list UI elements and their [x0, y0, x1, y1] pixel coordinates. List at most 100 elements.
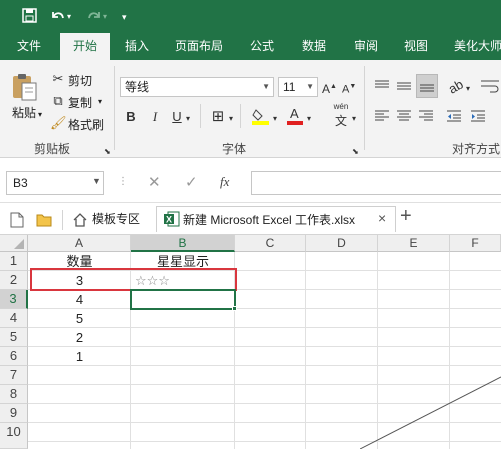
- copy-icon: ⧉: [53, 93, 63, 108]
- font-color-icon[interactable]: A: [286, 106, 304, 126]
- tab-view[interactable]: 视图: [394, 33, 438, 60]
- column-header-e[interactable]: E: [378, 235, 450, 252]
- paste-dropdown-icon[interactable]: ▾: [38, 110, 42, 119]
- confirm-icon[interactable]: ✓: [185, 173, 198, 191]
- column-header-b[interactable]: B: [131, 235, 235, 252]
- row-header-5[interactable]: 5: [0, 328, 28, 347]
- orientation-dropdown-icon[interactable]: ▾: [466, 80, 470, 98]
- tab-template-zone[interactable]: 模板专区: [92, 206, 140, 232]
- chevron-down-icon: ▼: [306, 82, 314, 91]
- title-bar: [0, 0, 501, 33]
- name-box-dropdown-icon[interactable]: ▼: [92, 176, 101, 186]
- undo-dropdown-icon[interactable]: ▾: [67, 8, 71, 26]
- scissors-icon: ✂: [52, 71, 64, 86]
- page-icon[interactable]: [10, 212, 24, 228]
- redo-dropdown-icon[interactable]: ▾: [103, 8, 107, 26]
- copy-dropdown-icon[interactable]: ▾: [98, 97, 102, 106]
- excel-icon: X: [164, 211, 180, 227]
- cut-button[interactable]: 剪切: [68, 72, 92, 89]
- decrease-font-icon[interactable]: A▼: [342, 78, 356, 99]
- font-color-dropdown-icon[interactable]: ▾: [307, 110, 311, 128]
- column-header-a[interactable]: A: [28, 235, 131, 252]
- folder-icon[interactable]: [36, 213, 52, 227]
- cell-a5[interactable]: 2: [28, 328, 131, 347]
- tab-page-layout[interactable]: 页面布局: [166, 33, 232, 60]
- align-left-icon[interactable]: [374, 108, 390, 124]
- fill-color-icon[interactable]: [252, 106, 270, 126]
- align-top-icon[interactable]: [374, 78, 390, 94]
- row-header-2[interactable]: 2: [0, 271, 28, 290]
- tab-file[interactable]: 文件: [6, 33, 52, 60]
- bold-button[interactable]: B: [124, 108, 138, 126]
- align-center-icon[interactable]: [396, 108, 412, 124]
- save-icon[interactable]: [22, 8, 37, 26]
- add-tab-button[interactable]: +: [400, 205, 412, 228]
- row-header-9[interactable]: 9: [0, 404, 28, 423]
- format-painter-button[interactable]: 格式刷: [68, 116, 104, 133]
- name-box-value: B3: [13, 176, 28, 190]
- row-header-1[interactable]: 1: [0, 252, 28, 271]
- redo-icon[interactable]: [86, 8, 102, 26]
- row-header-3[interactable]: 3: [0, 290, 28, 309]
- active-cell-b3[interactable]: [130, 289, 236, 310]
- tab-beautify[interactable]: 美化大师: [448, 33, 501, 60]
- row-header-10[interactable]: 10: [0, 423, 28, 449]
- border-dropdown-icon[interactable]: ▾: [229, 110, 233, 128]
- cell-a4[interactable]: 5: [28, 309, 131, 328]
- tab-excel-file[interactable]: 新建 Microsoft Excel 工作表.xlsx: [156, 206, 396, 232]
- select-all-corner[interactable]: [0, 235, 28, 252]
- fill-dropdown-icon[interactable]: ▾: [273, 110, 277, 128]
- drag-handle-icon[interactable]: ⋮: [118, 176, 128, 187]
- formula-input[interactable]: [251, 171, 501, 195]
- font-name-value: 等线: [125, 80, 150, 94]
- fill-handle[interactable]: [232, 306, 237, 311]
- row-header-6[interactable]: 6: [0, 347, 28, 366]
- font-name-combo[interactable]: 等线 ▼: [120, 77, 274, 97]
- tab-review[interactable]: 审阅: [344, 33, 388, 60]
- column-header-f[interactable]: F: [450, 235, 501, 252]
- paste-icon[interactable]: [10, 72, 40, 102]
- separator: [364, 66, 365, 150]
- row-header-4[interactable]: 4: [0, 309, 28, 328]
- diagonal-line: [360, 376, 501, 449]
- increase-indent-icon[interactable]: [470, 108, 486, 124]
- separator: [240, 104, 241, 128]
- insert-function-icon[interactable]: fx: [220, 174, 229, 190]
- column-header-d[interactable]: D: [306, 235, 378, 252]
- alignment-group-label: 对齐方式: [452, 142, 501, 156]
- copy-button[interactable]: 复制: [68, 94, 92, 111]
- separator: [114, 66, 115, 150]
- decrease-indent-icon[interactable]: [446, 108, 462, 124]
- font-size-combo[interactable]: 11 ▼: [278, 77, 318, 97]
- tab-data[interactable]: 数据: [292, 33, 336, 60]
- wrap-text-icon[interactable]: [480, 78, 500, 94]
- font-size-value: 11: [283, 80, 296, 94]
- phonetic-dropdown-icon[interactable]: ▾: [352, 110, 356, 128]
- name-box[interactable]: B3: [6, 171, 104, 195]
- customize-icon[interactable]: ▾: [122, 8, 127, 26]
- phonetic-icon: 文: [334, 114, 347, 128]
- svg-text:X: X: [166, 215, 172, 225]
- cell-a3[interactable]: 4: [28, 290, 131, 309]
- row-header-8[interactable]: 8: [0, 385, 28, 404]
- align-bottom-icon[interactable]: [416, 74, 438, 98]
- italic-button[interactable]: I: [148, 108, 162, 126]
- underline-button[interactable]: U: [170, 108, 184, 126]
- align-right-icon[interactable]: [418, 108, 434, 124]
- paste-button[interactable]: 粘贴: [12, 104, 36, 121]
- tab-home[interactable]: 开始: [60, 33, 110, 60]
- border-icon[interactable]: ⊞: [210, 108, 226, 126]
- cancel-icon[interactable]: ✕: [148, 173, 161, 191]
- tab-insert[interactable]: 插入: [114, 33, 160, 60]
- row-header-7[interactable]: 7: [0, 366, 28, 385]
- align-middle-icon[interactable]: [396, 78, 412, 94]
- phonetic-button[interactable]: wén: [330, 102, 352, 112]
- clipboard-group-label: 剪贴板: [34, 142, 71, 156]
- tab-formulas[interactable]: 公式: [240, 33, 284, 60]
- column-header-c[interactable]: C: [235, 235, 306, 252]
- undo-icon[interactable]: [50, 8, 66, 26]
- underline-dropdown-icon[interactable]: ▾: [186, 110, 190, 128]
- close-tab-icon[interactable]: ×: [378, 210, 386, 226]
- increase-font-icon[interactable]: A▲: [322, 78, 337, 98]
- cell-a6[interactable]: 1: [28, 347, 131, 366]
